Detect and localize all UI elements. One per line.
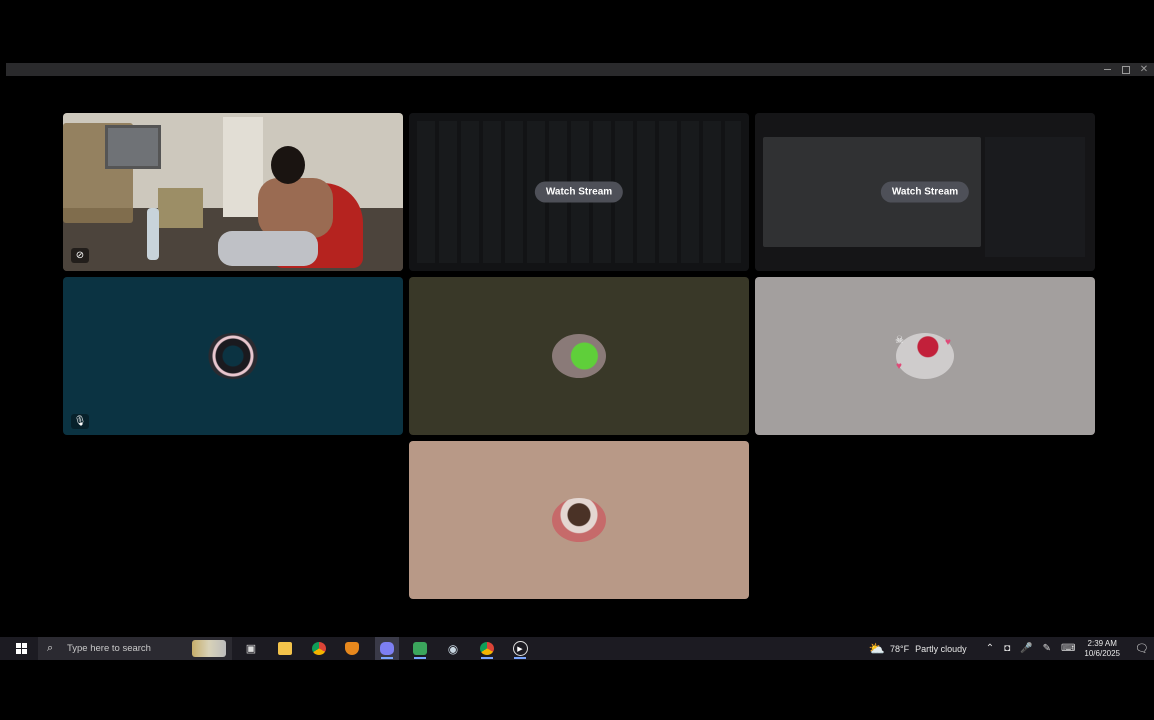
chrome-button[interactable] <box>307 637 331 660</box>
discord-variant-icon <box>413 642 427 655</box>
steam-button[interactable]: ◉ <box>441 637 465 660</box>
weather-condition[interactable]: Partly cloudy <box>915 644 967 654</box>
app-title-bar: ✕ <box>6 63 1154 76</box>
clock-date: 10/6/2025 <box>1084 648 1120 658</box>
watch-stream-button[interactable]: Watch Stream <box>534 181 624 203</box>
file-explorer-button[interactable] <box>273 637 297 660</box>
task-view-icon: ▣ <box>245 643 257 655</box>
taskbar-search-box[interactable]: ⌕ Type here to search <box>38 637 232 660</box>
start-button[interactable] <box>6 637 36 660</box>
windows-logo-icon <box>15 643 27 654</box>
brave-icon <box>345 642 359 655</box>
task-view-button[interactable]: ▣ <box>239 637 263 660</box>
brave-button[interactable] <box>340 637 364 660</box>
watch-stream-button[interactable]: Watch Stream <box>880 181 970 203</box>
search-highlight-image <box>192 640 226 657</box>
weather-temp[interactable]: 78°F <box>890 644 909 654</box>
clock[interactable]: 2:39 AM 10/6/2025 <box>1084 639 1120 659</box>
avatar <box>552 498 606 542</box>
chrome-icon <box>312 642 326 655</box>
search-placeholder: Type here to search <box>67 643 151 654</box>
video-bottle <box>147 208 159 260</box>
close-icon: ✕ <box>1139 64 1149 75</box>
camera-off-icon: ⊘ <box>71 248 89 263</box>
camera-icon[interactable]: ◘ <box>1004 643 1010 654</box>
participant-tile-stream-1[interactable]: Watch Stream <box>409 113 749 271</box>
video-person-legs <box>218 231 318 266</box>
participant-tile-avatar-3[interactable]: ☠ ♥ ♥ <box>755 277 1095 435</box>
video-box <box>158 188 203 228</box>
avatar <box>206 333 260 379</box>
heart-decoration-icon: ♥ <box>896 361 902 372</box>
avatar <box>552 334 606 378</box>
chrome-alt-button[interactable] <box>475 637 499 660</box>
discord-icon <box>380 642 394 655</box>
close-button[interactable]: ✕ <box>1134 63 1154 76</box>
participant-tile-camera[interactable]: ⊘ <box>63 113 403 271</box>
keyboard-icon[interactable]: ⌨ <box>1061 643 1075 654</box>
partly-cloudy-icon: ⛅ <box>868 640 886 656</box>
video-door <box>223 117 263 217</box>
maximize-button[interactable] <box>1116 63 1136 76</box>
maximize-icon <box>1122 65 1130 74</box>
windows-taskbar: ⌕ Type here to search ▣ ◉ ▶ ⛅ 78°F Partl… <box>0 637 1154 660</box>
system-tray: ⛅ 78°F Partly cloudy ⌃ ◘ 🎤 ✎ ⌨ 2:39 AM 1… <box>869 637 1154 660</box>
notification-icon[interactable]: 🗨 <box>1130 642 1154 655</box>
steam-icon: ◉ <box>447 641 459 656</box>
skull-decoration-icon: ☠ <box>895 335 904 346</box>
video-person-body <box>258 178 333 238</box>
chrome-icon <box>480 642 494 655</box>
microphone-icon[interactable]: 🎤 <box>1020 643 1032 654</box>
chevron-up-icon[interactable]: ⌃ <box>986 643 994 654</box>
pen-icon[interactable]: ✎ <box>1043 643 1051 654</box>
folder-icon <box>278 642 292 655</box>
mic-muted-icon: 🎙 <box>71 414 89 429</box>
participant-tile-stream-2[interactable]: Watch Stream <box>755 113 1095 271</box>
participant-tile-avatar-2[interactable] <box>409 277 749 435</box>
search-icon: ⌕ <box>47 642 54 654</box>
discord-button[interactable] <box>375 637 399 660</box>
play-icon: ▶ <box>512 641 528 656</box>
participant-tile-avatar-1[interactable]: 🎙 <box>63 277 403 435</box>
video-person-head <box>271 146 305 184</box>
clock-time: 2:39 AM <box>1087 638 1117 648</box>
heart-decoration-icon: ♥ <box>945 337 951 348</box>
minimize-button[interactable] <box>1097 63 1117 76</box>
participant-tile-avatar-4[interactable] <box>409 441 749 599</box>
video-picture-frame <box>105 125 161 169</box>
discord-variant-button[interactable] <box>408 637 432 660</box>
media-player-button[interactable]: ▶ <box>508 637 532 660</box>
minimize-icon <box>1103 69 1111 70</box>
